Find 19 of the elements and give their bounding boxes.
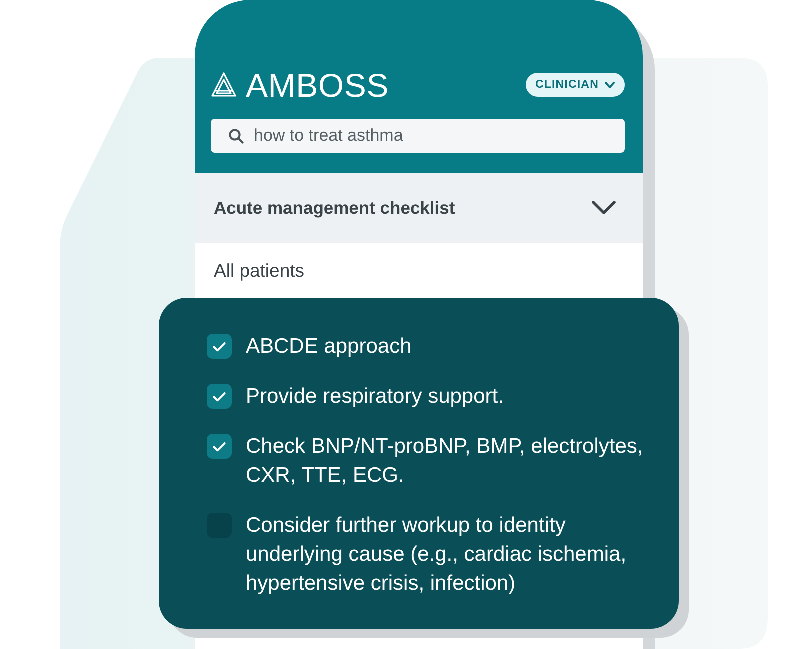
accordion-header[interactable]: Acute management checklist: [195, 173, 643, 243]
checkbox[interactable]: [207, 434, 232, 459]
search-field[interactable]: how to treat asthma: [211, 119, 625, 153]
search-icon: [229, 129, 244, 144]
checkbox[interactable]: [207, 334, 232, 359]
checklist-item-text: Provide respiratory support.: [246, 384, 504, 410]
subsection-label: All patients: [214, 260, 304, 282]
checklist-item-text: ABCDE approach: [246, 334, 412, 360]
chevron-down-icon: [605, 82, 615, 88]
role-dropdown[interactable]: CLINICIAN: [526, 73, 625, 97]
checkbox[interactable]: [207, 384, 232, 409]
checklist-item-text: Check BNP/NT-proBNP, BMP, electrolytes, CXR, TTE, ECG.: [246, 434, 644, 489]
logo-icon: [211, 72, 237, 98]
checkmark-icon: [213, 342, 226, 352]
checklist-item-text: Consider further workup to identity underlying cause (e.g., cardiac ischemia, hypertensive crisis, infection): [246, 513, 628, 597]
checkmark-icon: [213, 392, 226, 402]
brand-name: AMBOSS: [246, 68, 390, 102]
chevron-down-icon: [592, 201, 616, 215]
checkmark-icon: [213, 442, 226, 452]
